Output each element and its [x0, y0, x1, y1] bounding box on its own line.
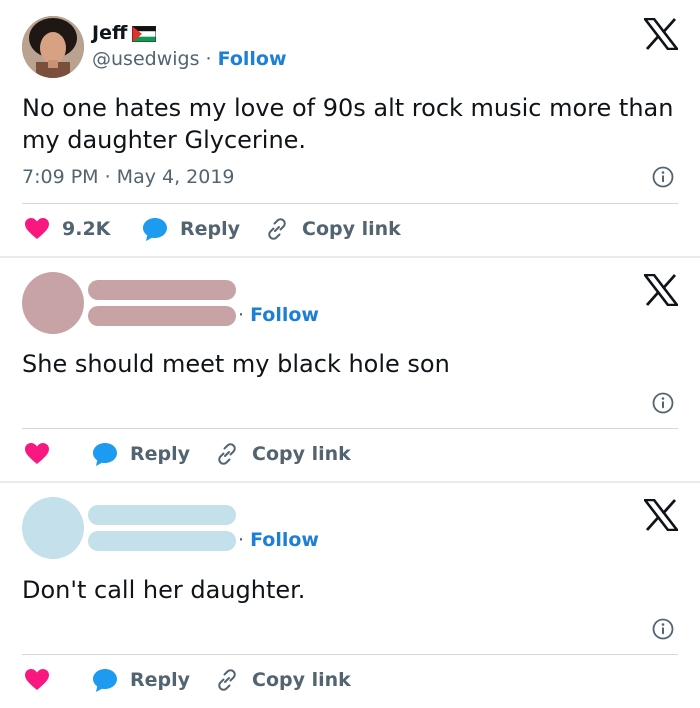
copy-link-label: Copy link: [252, 669, 351, 691]
link-icon: [218, 669, 236, 691]
like-count: 9.2K: [62, 218, 111, 240]
x-logo-icon[interactable]: [644, 18, 678, 50]
avatar[interactable]: [22, 272, 84, 334]
display-name[interactable]: Jeff: [92, 22, 127, 44]
like-button[interactable]: 9.2K: [24, 213, 110, 245]
reply-label: Reply: [130, 669, 191, 691]
redacted-handle: [88, 306, 236, 326]
redacted-handle: [88, 531, 236, 551]
divider: [22, 428, 678, 429]
info-icon[interactable]: [652, 618, 674, 640]
x-logo-icon[interactable]: [644, 499, 678, 531]
tweet-text: Don't call her daughter.: [22, 576, 306, 604]
follow-text[interactable]: · Follow: [238, 304, 319, 326]
info-icon[interactable]: [652, 392, 674, 414]
tweet-text: No one hates my love of 90s alt rock mus…: [22, 94, 674, 154]
avatar[interactable]: [22, 497, 84, 559]
reply-label: Reply: [130, 443, 191, 465]
heart-icon: [25, 669, 49, 690]
timestamp[interactable]: 7:09 PM · May 4, 2019: [22, 166, 235, 188]
x-logo-icon[interactable]: [644, 274, 678, 306]
tweet-card-1: Jeff @usedwigs · Follow No one hates my …: [0, 0, 700, 254]
tweet-card-2: · Follow She should meet my black hole s…: [0, 258, 700, 480]
copy-link-label: Copy link: [252, 443, 351, 465]
follow-text[interactable]: · Follow: [238, 529, 319, 551]
avatar-photo: [22, 16, 84, 78]
handle[interactable]: @usedwigs: [92, 48, 199, 70]
avatar[interactable]: [22, 16, 84, 78]
separator-dot: ·: [205, 48, 212, 70]
copy-link-button[interactable]: Copy link: [214, 438, 351, 470]
link-icon: [218, 443, 236, 465]
reply-label: Reply: [180, 218, 241, 240]
redacted-name: [88, 280, 236, 300]
reply-bubble-icon: [93, 443, 117, 466]
palestine-flag-icon: [132, 26, 156, 42]
follow-link[interactable]: · Follow: [238, 529, 319, 551]
heart-icon: [25, 218, 49, 239]
divider: [22, 654, 678, 655]
reply-button[interactable]: Reply: [142, 213, 240, 245]
redacted-name: [88, 505, 236, 525]
link-icon: [268, 218, 286, 240]
divider: [22, 203, 678, 204]
follow-word[interactable]: Follow: [250, 529, 319, 551]
reply-bubble-icon: [143, 218, 167, 241]
like-button[interactable]: [24, 438, 50, 470]
copy-link-button[interactable]: Copy link: [264, 213, 401, 245]
copy-link-label: Copy link: [302, 218, 401, 240]
reply-button[interactable]: Reply: [92, 664, 190, 696]
tweet-card-3: · Follow Don't call her daughter. Reply …: [0, 483, 700, 708]
follow-link[interactable]: · Follow: [238, 304, 319, 326]
separator-dot: ·: [238, 529, 251, 551]
info-icon[interactable]: [652, 166, 674, 188]
reply-button[interactable]: Reply: [92, 438, 190, 470]
tweet-text: She should meet my black hole son: [22, 350, 450, 378]
copy-link-button[interactable]: Copy link: [214, 664, 351, 696]
heart-icon: [25, 443, 49, 464]
follow-word[interactable]: Follow: [250, 304, 319, 326]
like-button[interactable]: [24, 664, 50, 696]
reply-bubble-icon: [93, 669, 117, 692]
follow-link[interactable]: Follow: [218, 48, 287, 70]
separator-dot: ·: [238, 304, 251, 326]
